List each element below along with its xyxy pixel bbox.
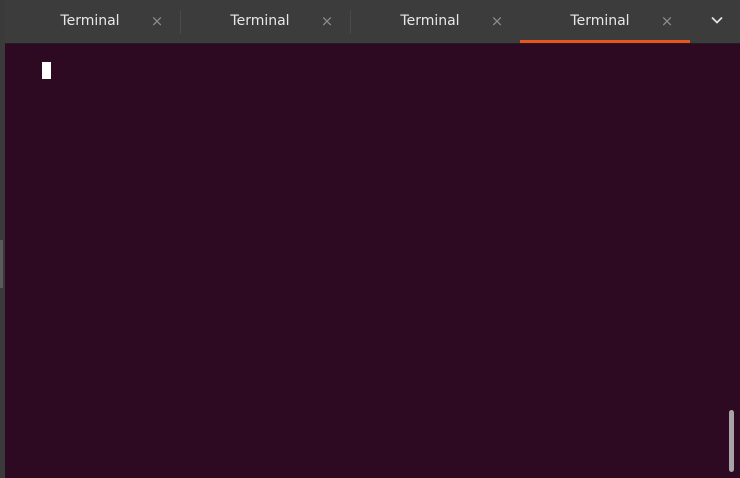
terminal-window: Terminal × Terminal × Terminal × Termina… [0,0,740,478]
scrollbar-thumb[interactable] [729,410,734,472]
resize-handle[interactable] [0,240,3,288]
chevron-down-icon [711,16,723,24]
active-tab-indicator [520,40,690,43]
tab-terminal-1[interactable]: Terminal × [10,0,180,43]
close-icon[interactable]: × [318,12,336,30]
close-icon[interactable]: × [658,12,676,30]
tab-terminal-2[interactable]: Terminal × [180,0,350,43]
close-icon[interactable]: × [488,12,506,30]
close-icon[interactable]: × [148,12,166,30]
tab-terminal-4-active[interactable]: Terminal × [520,0,690,43]
tabs-menu-button[interactable] [696,0,740,43]
tab-bar: Terminal × Terminal × Terminal × Termina… [5,0,740,44]
tab-terminal-3[interactable]: Terminal × [350,0,520,43]
terminal-content-area[interactable] [5,44,740,478]
terminal-cursor [42,62,51,79]
